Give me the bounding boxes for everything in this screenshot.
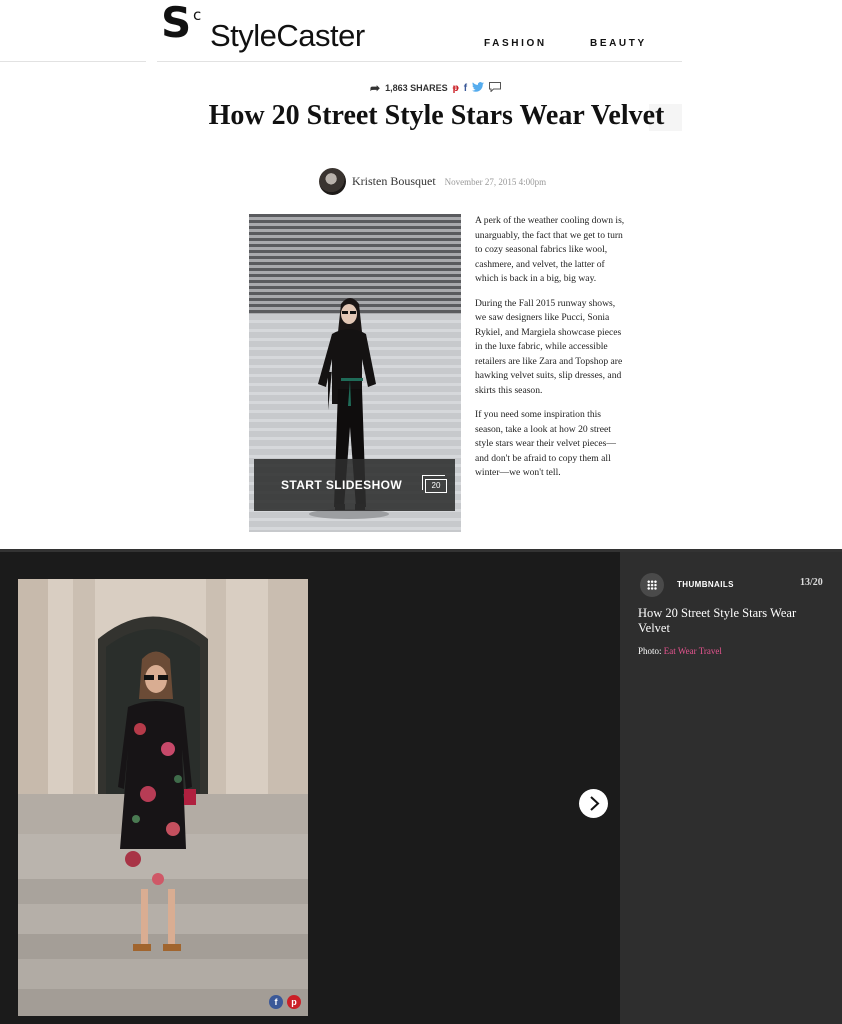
facebook-icon[interactable]: f bbox=[464, 83, 467, 94]
author-name[interactable]: Kristen Bousquet bbox=[352, 174, 436, 189]
pinterest-share-icon[interactable]: p bbox=[287, 995, 301, 1009]
photo-credit: Photo: Eat Wear Travel bbox=[638, 646, 722, 656]
nav-fashion[interactable]: FASHION bbox=[484, 38, 547, 49]
stylecaster-logo[interactable]: S c StyleCaster bbox=[161, 2, 365, 54]
article-body: A perk of the weather cooling down is, u… bbox=[475, 214, 627, 491]
next-slide-button[interactable] bbox=[579, 789, 608, 818]
header-divider bbox=[157, 61, 682, 62]
logo-text: StyleCaster bbox=[210, 18, 365, 53]
slide-counter: 13/20 bbox=[800, 577, 823, 588]
pinterest-icon[interactable]: ᵽ bbox=[453, 83, 459, 94]
logo-mark-c: c bbox=[193, 6, 202, 24]
logo-mark-s: S bbox=[161, 0, 192, 47]
slideshow-viewer: f p bbox=[0, 552, 620, 1024]
article-paragraph: During the Fall 2015 runway shows, we sa… bbox=[475, 297, 623, 396]
comment-icon[interactable] bbox=[489, 82, 502, 94]
photo-credit-label: Photo: bbox=[638, 646, 662, 656]
photo-credit-link[interactable]: Eat Wear Travel bbox=[664, 646, 722, 656]
article-paragraph: If you need some inspiration this season… bbox=[475, 409, 616, 478]
start-slideshow-label: START SLIDESHOW bbox=[281, 478, 403, 492]
slideshow-title: How 20 Street Style Stars Wear Velvet bbox=[638, 606, 797, 635]
chevron-right-icon bbox=[590, 796, 600, 811]
author-byline: Kristen Bousquet November 27, 2015 4:00p… bbox=[319, 168, 546, 195]
thumbnails-button[interactable]: THUMBNAILS bbox=[677, 580, 734, 589]
slideshow-side-panel: THUMBNAILS 13/20 How 20 Street Style Sta… bbox=[620, 552, 842, 1024]
logo-mark: S c bbox=[161, 2, 205, 50]
slide-count-icon: 20 bbox=[422, 475, 447, 493]
article-title: How 20 Street Style Stars Wear Velvet bbox=[208, 100, 665, 131]
start-slideshow-button[interactable]: START SLIDESHOW 20 bbox=[254, 459, 455, 511]
publish-date: November 27, 2015 4:00pm bbox=[444, 176, 547, 187]
hero-image[interactable]: START SLIDESHOW 20 bbox=[249, 214, 461, 532]
slide-photo[interactable] bbox=[18, 579, 308, 1016]
twitter-icon[interactable] bbox=[472, 82, 485, 94]
share-arrow-icon: ➦ bbox=[370, 81, 381, 95]
header-divider bbox=[0, 61, 146, 62]
author-avatar[interactable] bbox=[319, 168, 346, 195]
share-count: 1,863 SHARES bbox=[385, 83, 448, 93]
street-style-photo bbox=[18, 579, 308, 1016]
nav-beauty[interactable]: BEAUTY bbox=[590, 38, 647, 49]
facebook-share-icon[interactable]: f bbox=[269, 995, 283, 1009]
grid-icon[interactable] bbox=[640, 573, 664, 597]
article-paragraph: A perk of the weather cooling down is, u… bbox=[475, 215, 625, 284]
share-bar: ➦ 1,863 SHARES ᵽ f bbox=[370, 81, 502, 95]
